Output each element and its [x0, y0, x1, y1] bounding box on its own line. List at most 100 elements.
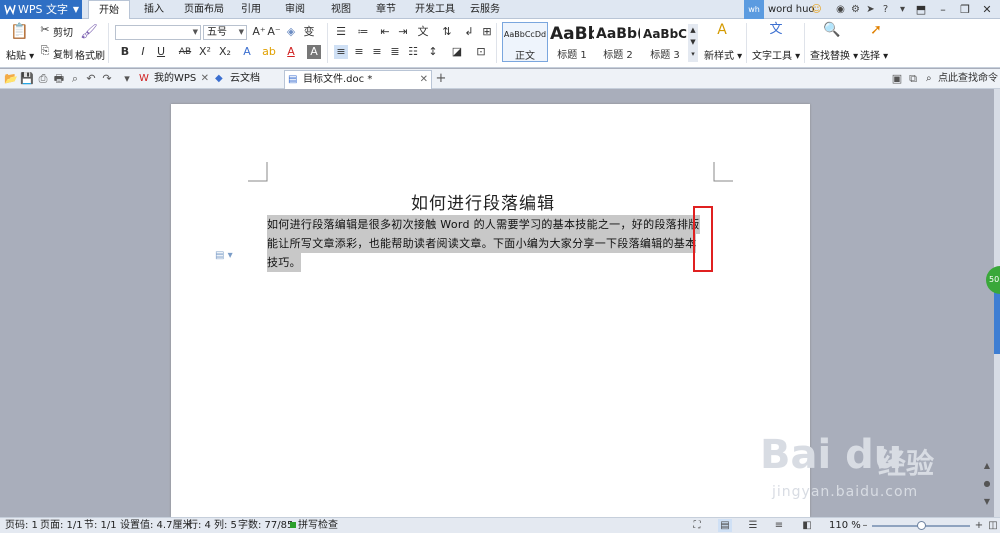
- web-view-icon[interactable]: ≡: [772, 519, 786, 532]
- table-icon[interactable]: ⊞: [480, 25, 494, 39]
- pinyin-icon[interactable]: 变: [302, 25, 316, 39]
- underline-icon[interactable]: U: [154, 45, 168, 59]
- copy-button[interactable]: 复制: [53, 46, 73, 61]
- numbered-list-icon[interactable]: ≔: [356, 25, 370, 39]
- paragraph-marker-icon[interactable]: ▤ ▾: [215, 250, 233, 261]
- superscript-icon[interactable]: X²: [198, 45, 212, 59]
- strikethrough-icon[interactable]: AB: [176, 45, 194, 59]
- italic-icon[interactable]: I: [136, 45, 150, 59]
- font-name-combo[interactable]: ▼: [115, 25, 201, 40]
- status-page-code[interactable]: 页码: 1: [5, 518, 38, 533]
- cut-icon[interactable]: ✂: [38, 23, 52, 37]
- window-mode-icon[interactable]: ⧉: [906, 72, 920, 86]
- print-preview-icon[interactable]: ⌕: [68, 72, 82, 86]
- text-tools-icon[interactable]: 文: [766, 23, 786, 43]
- shading-icon[interactable]: ◪: [450, 45, 464, 59]
- customize-quickbar-icon[interactable]: ▾: [120, 72, 134, 86]
- new-style-icon[interactable]: A: [712, 23, 732, 43]
- find-replace-button[interactable]: 查找替换 ▾: [810, 47, 858, 62]
- tab-developer[interactable]: 开发工具: [412, 0, 458, 19]
- vertical-scrollbar[interactable]: [994, 89, 1000, 517]
- tab-review[interactable]: 审阅: [280, 0, 310, 19]
- zoom-slider-handle[interactable]: [917, 521, 926, 530]
- window-options-icon[interactable]: ◫: [986, 519, 1000, 532]
- outline-view-icon[interactable]: ☰: [746, 519, 760, 532]
- paste-button[interactable]: 粘贴 ▾: [6, 47, 34, 62]
- help-icon[interactable]: ?: [879, 3, 892, 16]
- print-icon[interactable]: 🖶: [52, 72, 66, 86]
- full-screen-icon[interactable]: ⛶: [690, 519, 704, 532]
- tab-my-wps[interactable]: W 我的WPS ✕: [136, 70, 212, 89]
- tab-view[interactable]: 视图: [326, 0, 356, 19]
- redo-icon[interactable]: ↷: [100, 72, 114, 86]
- subscript-icon[interactable]: X₂: [218, 45, 232, 59]
- distribute-icon[interactable]: ☷: [406, 45, 420, 59]
- close-icon[interactable]: ✕: [201, 70, 209, 88]
- close-icon[interactable]: ✕: [976, 0, 998, 19]
- reading-mode-icon[interactable]: ◧ ▾: [800, 519, 814, 532]
- tab-cloud-docs[interactable]: ◆ 云文档: [212, 70, 284, 89]
- style-heading-2[interactable]: AaBb( 标题 2: [596, 22, 640, 62]
- zoom-in-icon[interactable]: +: [972, 519, 986, 532]
- emoji-icon[interactable]: ☺: [810, 3, 823, 16]
- status-pages[interactable]: 页面: 1/1: [40, 518, 83, 533]
- tab-sections[interactable]: 章节: [371, 0, 401, 19]
- style-gallery-scroll[interactable]: ▲ ▼ ▾: [688, 24, 698, 62]
- show-marks-icon[interactable]: ↲: [462, 25, 476, 39]
- open-folder-icon[interactable]: 📂: [4, 72, 18, 86]
- bullet-list-icon[interactable]: ☰: [334, 25, 348, 39]
- find-replace-icon[interactable]: 🔍: [822, 23, 842, 43]
- selected-text-line[interactable]: 如何进行段落编辑是很多初次接触 Word 的人需要学习的基本技能之一，好的段落排…: [267, 215, 700, 234]
- chinese-layout-icon[interactable]: 文: [416, 25, 430, 39]
- tab-page-layout[interactable]: 页面布局: [180, 0, 228, 19]
- new-tab-icon[interactable]: +: [434, 72, 448, 86]
- zoom-out-icon[interactable]: –: [858, 519, 872, 532]
- user-avatar[interactable]: wh: [744, 0, 764, 19]
- justify-icon[interactable]: ≣: [388, 45, 402, 59]
- user-name[interactable]: word huo: [768, 0, 815, 19]
- char-shading-icon[interactable]: A: [307, 45, 321, 59]
- close-icon[interactable]: ✕: [420, 71, 428, 89]
- skin-icon[interactable]: ◉: [834, 3, 847, 16]
- status-position[interactable]: 设置值: 4.7厘米: [120, 518, 192, 533]
- style-heading-1[interactable]: AaBb 标题 1: [550, 22, 594, 62]
- bold-icon[interactable]: B: [118, 45, 132, 59]
- zoom-level[interactable]: 110 %: [829, 518, 861, 533]
- undo-icon[interactable]: ↶: [84, 72, 98, 86]
- save-icon[interactable]: 💾: [20, 72, 34, 86]
- new-style-button[interactable]: 新样式 ▾: [704, 47, 742, 62]
- status-word-count[interactable]: 字数: 77/85: [238, 518, 293, 533]
- comment-icon[interactable]: ▣: [890, 72, 904, 86]
- font-size-combo[interactable]: 五号 ▼: [203, 25, 247, 40]
- tab-insert[interactable]: 插入: [138, 0, 170, 19]
- scrollbar-thumb[interactable]: [994, 284, 1000, 354]
- cursor-select-icon[interactable]: ➚: [866, 23, 886, 43]
- export-pdf-icon[interactable]: ⎙: [36, 72, 50, 86]
- align-center-icon[interactable]: ≡: [352, 45, 366, 59]
- select-button[interactable]: 选择 ▾: [860, 47, 888, 62]
- paste-icon[interactable]: 📋: [10, 24, 29, 42]
- document-page[interactable]: 如何进行段落编辑 ▤ ▾ 如何进行段落编辑是很多初次接触 Word 的人需要学习…: [171, 104, 810, 517]
- cut-button[interactable]: 剪切: [53, 24, 73, 39]
- selected-text-line[interactable]: 技巧。: [267, 253, 301, 272]
- text-tools-button[interactable]: 文字工具 ▾: [752, 47, 800, 62]
- clear-format-icon[interactable]: ◈: [284, 25, 298, 39]
- tab-target-document[interactable]: ▤ 目标文件.doc * ✕: [284, 70, 432, 89]
- align-left-icon[interactable]: ≡: [334, 45, 348, 59]
- minimize-icon[interactable]: –: [932, 0, 954, 19]
- status-section[interactable]: 节: 1/1: [84, 518, 117, 533]
- align-right-icon[interactable]: ≡: [370, 45, 384, 59]
- shrink-font-icon[interactable]: A⁻: [267, 25, 281, 39]
- line-spacing-icon[interactable]: ↕: [426, 45, 440, 59]
- selected-text-line[interactable]: 能让所写文章添彩，也能帮助读者阅读文章。下面小编为大家分享一下段落编辑的基本: [267, 234, 697, 253]
- decrease-indent-icon[interactable]: ⇤: [378, 25, 392, 39]
- style-heading-3[interactable]: AaBbC 标题 3: [642, 22, 688, 62]
- text-effect-icon[interactable]: A: [240, 45, 254, 59]
- command-search[interactable]: ⌕ 点此查找命令: [924, 71, 1000, 87]
- spell-check-toggle[interactable]: 拼写检查: [290, 518, 338, 533]
- style-normal[interactable]: AaBbCcDd 正文: [502, 22, 548, 62]
- app-menu-button[interactable]: WPS 文字 ▼: [0, 0, 82, 19]
- format-painter-button[interactable]: 格式刷: [75, 47, 105, 62]
- document-paragraph[interactable]: 如何进行段落编辑是很多初次接触 Word 的人需要学习的基本技能之一，好的段落排…: [267, 215, 700, 272]
- tab-home[interactable]: 开始: [88, 0, 130, 20]
